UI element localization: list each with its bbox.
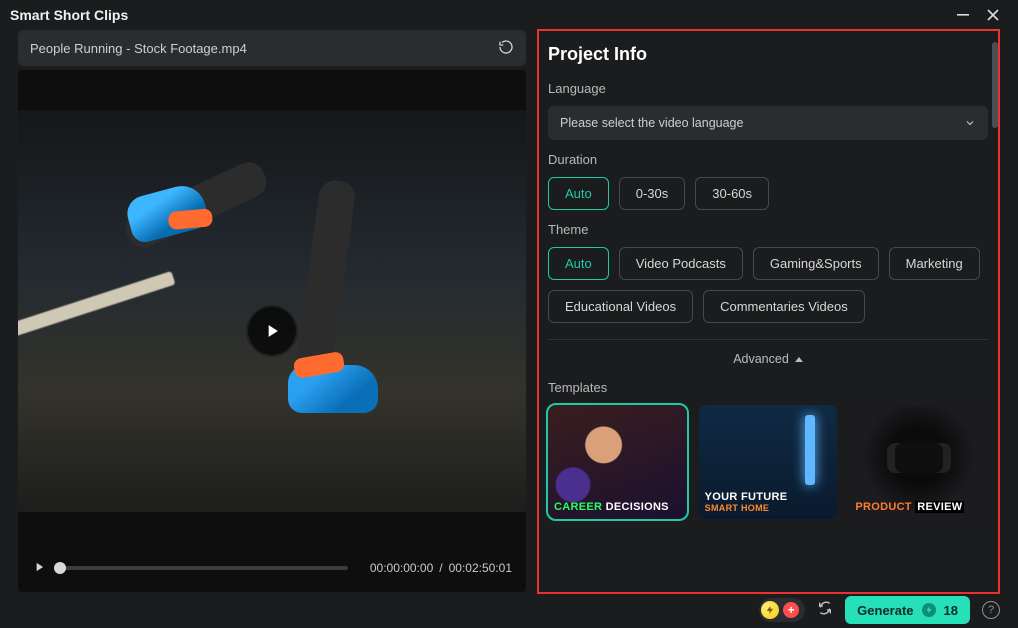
template-card-1[interactable]: CAREER DECISIONS xyxy=(548,405,687,519)
play-button[interactable] xyxy=(32,560,46,577)
play-small-icon xyxy=(32,560,46,574)
title-bar: Smart Short Clips xyxy=(0,0,1018,30)
template-card-2[interactable]: YOUR FUTURESMART HOME xyxy=(699,405,838,519)
reload-icon xyxy=(498,39,514,55)
theme-educational[interactable]: Educational Videos xyxy=(548,290,693,323)
generate-label: Generate xyxy=(857,603,913,618)
refresh-button[interactable] xyxy=(817,600,833,621)
theme-video-podcasts[interactable]: Video Podcasts xyxy=(619,247,743,280)
theme-marketing[interactable]: Marketing xyxy=(889,247,980,280)
template-1-label: CAREER DECISIONS xyxy=(554,501,669,513)
theme-gaming-sports[interactable]: Gaming&Sports xyxy=(753,247,879,280)
minimize-button[interactable] xyxy=(948,0,978,30)
template-card-3[interactable]: PRODUCT REVIEW xyxy=(849,405,988,519)
time-separator: / xyxy=(439,561,442,575)
duration-auto[interactable]: Auto xyxy=(548,177,609,210)
play-icon xyxy=(262,321,282,341)
time-total: 00:02:50:01 xyxy=(449,561,512,575)
theme-options: Auto Video Podcasts Gaming&Sports Market… xyxy=(548,247,988,323)
cost-coin-icon xyxy=(922,603,936,617)
advanced-label: Advanced xyxy=(733,352,789,366)
player-controls: 00:00:00:00 / 00:02:50:01 xyxy=(18,544,526,592)
generate-cost: 18 xyxy=(944,603,958,618)
panel-title: Project Info xyxy=(548,44,988,65)
project-info-panel: Project Info Language Please select the … xyxy=(536,30,1000,592)
add-credits-icon: + xyxy=(783,602,799,618)
time-current: 00:00:00:00 xyxy=(370,561,433,575)
template-2-label: YOUR FUTURESMART HOME xyxy=(705,491,788,513)
duration-30-60[interactable]: 30-60s xyxy=(695,177,769,210)
theme-label: Theme xyxy=(548,222,988,237)
language-select[interactable]: Please select the video language xyxy=(548,106,988,140)
generate-button[interactable]: Generate 18 xyxy=(845,596,970,624)
duration-label: Duration xyxy=(548,152,988,167)
duration-options: Auto 0-30s 30-60s xyxy=(548,177,988,210)
seek-bar[interactable] xyxy=(58,566,348,570)
file-bar: People Running - Stock Footage.mp4 xyxy=(18,30,526,66)
language-placeholder: Please select the video language xyxy=(560,116,743,130)
file-name: People Running - Stock Footage.mp4 xyxy=(30,41,247,56)
template-3-label: PRODUCT REVIEW xyxy=(855,501,964,513)
close-icon xyxy=(987,9,999,21)
help-button[interactable]: ? xyxy=(982,601,1000,619)
language-label: Language xyxy=(548,81,988,96)
play-overlay-button[interactable] xyxy=(248,307,296,355)
window-title: Smart Short Clips xyxy=(10,7,128,23)
close-button[interactable] xyxy=(978,0,1008,30)
credits-pill[interactable]: + xyxy=(759,598,805,622)
reload-file-button[interactable] xyxy=(498,39,514,58)
templates-row: CAREER DECISIONS YOUR FUTURESMART HOME P… xyxy=(548,405,988,519)
theme-commentaries[interactable]: Commentaries Videos xyxy=(703,290,865,323)
chevron-down-icon xyxy=(964,117,976,129)
footer-bar: + Generate 18 ? xyxy=(0,592,1018,628)
theme-auto[interactable]: Auto xyxy=(548,247,609,280)
chevron-up-icon xyxy=(795,357,803,362)
duration-0-30[interactable]: 0-30s xyxy=(619,177,686,210)
advanced-toggle[interactable]: Advanced xyxy=(548,339,988,366)
video-preview: 00:00:00:00 / 00:02:50:01 xyxy=(18,70,526,592)
refresh-icon xyxy=(817,600,833,616)
coin-icon xyxy=(761,601,779,619)
left-pane: People Running - Stock Footage.mp4 xyxy=(18,30,526,592)
templates-label: Templates xyxy=(548,380,988,395)
minimize-icon xyxy=(957,9,969,21)
